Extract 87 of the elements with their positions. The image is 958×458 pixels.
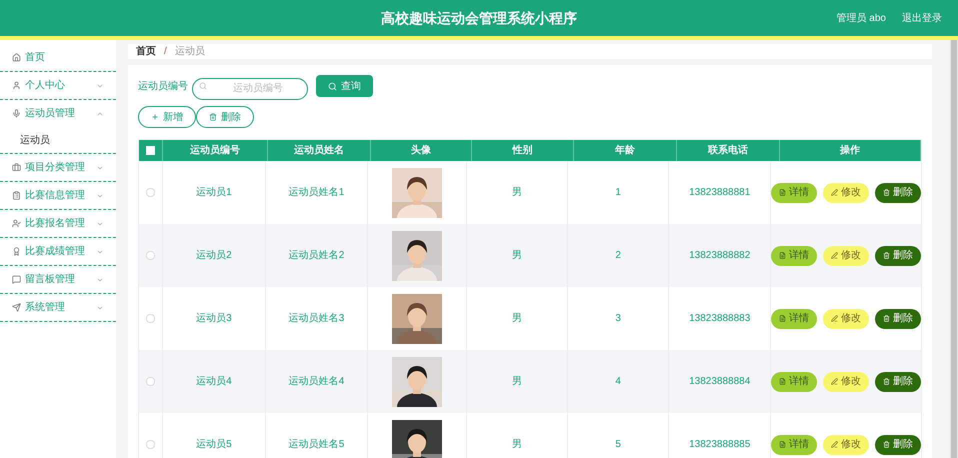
search-button[interactable]: 查询	[316, 75, 373, 97]
table-cell-text: 男	[512, 249, 522, 263]
trash-icon	[882, 378, 890, 385]
search-field[interactable]: 运动员编号	[192, 78, 308, 100]
delete-button[interactable]: 删除	[874, 372, 921, 392]
delete-button[interactable]: 删除	[874, 434, 921, 454]
trash-icon	[209, 113, 217, 121]
row-checkbox[interactable]	[146, 188, 155, 197]
edit-button[interactable]: 修改	[822, 182, 869, 202]
sidebar-item[interactable]: 留言板管理	[0, 266, 116, 293]
admin-label: 管理员 abo	[836, 12, 886, 26]
sidebar-item[interactable]: 比赛信息管理	[0, 182, 116, 209]
trash-icon	[882, 441, 890, 448]
table-cell-text: 男	[512, 375, 522, 389]
details-button[interactable]: 详情	[770, 182, 817, 202]
table-cell-text: 3	[615, 312, 621, 326]
document-icon	[778, 315, 786, 322]
sidebar-item[interactable]: 运动员管理	[0, 100, 116, 127]
details-button[interactable]: 详情	[770, 308, 817, 328]
details-button[interactable]: 详情	[770, 372, 817, 392]
select-all-checkbox[interactable]	[146, 146, 155, 155]
table-cell-text: 13823888884	[689, 375, 750, 389]
sidebar-item[interactable]: 个人中心	[0, 72, 116, 99]
edit-button[interactable]: 修改	[822, 308, 869, 328]
details-button[interactable]: 详情	[770, 434, 817, 454]
table-cell-text: 13823888882	[689, 249, 750, 263]
document-icon	[778, 252, 786, 259]
table-cell-text: 男	[512, 438, 522, 452]
sidebar-subitem[interactable]: 运动员	[0, 127, 116, 153]
sidebar-item[interactable]: 首页	[0, 44, 116, 71]
search-icon	[328, 82, 337, 90]
breadcrumb-separator: /	[164, 45, 167, 59]
sidebar-item[interactable]: 项目分类管理	[0, 154, 116, 181]
search-label: 运动员编号	[138, 80, 188, 94]
table-cell-text: 2	[615, 249, 621, 263]
table-cell-text: 运动员姓名2	[288, 248, 344, 263]
edit-button[interactable]: 修改	[822, 434, 869, 454]
plus-icon	[151, 113, 159, 121]
pen-icon	[830, 441, 838, 448]
row-checkbox[interactable]	[146, 377, 155, 386]
table-cell-text: 运动员2	[196, 248, 232, 263]
sidebar-item[interactable]: 比赛报名管理	[0, 210, 116, 237]
table-cell-text: 13823888885	[689, 438, 750, 452]
pen-icon	[830, 189, 838, 196]
trash-icon	[882, 189, 890, 196]
row-checkbox[interactable]	[146, 251, 155, 260]
document-icon	[778, 189, 786, 196]
table-cell-text: 男	[512, 312, 522, 326]
delete-button[interactable]: 删除	[874, 308, 921, 328]
table-cell-text: 运动员姓名3	[288, 312, 344, 326]
table-cell-text: 运动员姓名4	[288, 374, 344, 389]
breadcrumb-item[interactable]: 首页	[136, 44, 156, 59]
table-cell-text: 13823888881	[689, 186, 750, 200]
add-button[interactable]: 新增	[138, 106, 196, 128]
sidebar-item[interactable]: 比赛成绩管理	[0, 238, 116, 265]
table-cell-text: 运动员姓名5	[288, 438, 344, 452]
logout-link[interactable]: 退出登录	[902, 10, 942, 26]
table-cell-text: 1	[615, 186, 621, 200]
edit-button[interactable]: 修改	[822, 372, 869, 392]
delete-button[interactable]: 删除	[874, 182, 921, 202]
trash-icon	[882, 252, 890, 259]
scrollbar[interactable]	[950, 40, 958, 458]
table-cell-text: 运动员姓名1	[288, 186, 344, 200]
app-title: 高校趣味运动会管理系统小程序	[381, 8, 577, 28]
document-icon	[778, 378, 786, 385]
document-icon	[778, 441, 786, 448]
pen-icon	[830, 378, 838, 385]
table-cell-text: 运动员5	[196, 438, 232, 452]
table-cell-text: 4	[615, 375, 621, 389]
row-checkbox[interactable]	[146, 314, 155, 323]
table-cell-text: 运动员4	[196, 374, 232, 389]
search-icon	[199, 82, 207, 90]
edit-button[interactable]: 修改	[822, 246, 869, 266]
table-cell-text: 5	[615, 438, 621, 452]
pen-icon	[830, 252, 838, 259]
details-button[interactable]: 详情	[770, 246, 817, 266]
table-cell-text: 运动员1	[196, 186, 232, 200]
trash-icon	[882, 315, 890, 322]
delete-button[interactable]: 删除	[874, 246, 921, 266]
sidebar-item[interactable]: 系统管理	[0, 294, 116, 321]
table-cell-text: 13823888883	[689, 312, 750, 326]
table-cell-text: 运动员3	[196, 312, 232, 326]
table-cell-text: 男	[512, 186, 522, 200]
breadcrumb-item[interactable]: 运动员	[174, 44, 205, 59]
pen-icon	[830, 315, 838, 322]
row-checkbox[interactable]	[146, 440, 155, 449]
delete-button[interactable]: 删除	[196, 106, 254, 128]
